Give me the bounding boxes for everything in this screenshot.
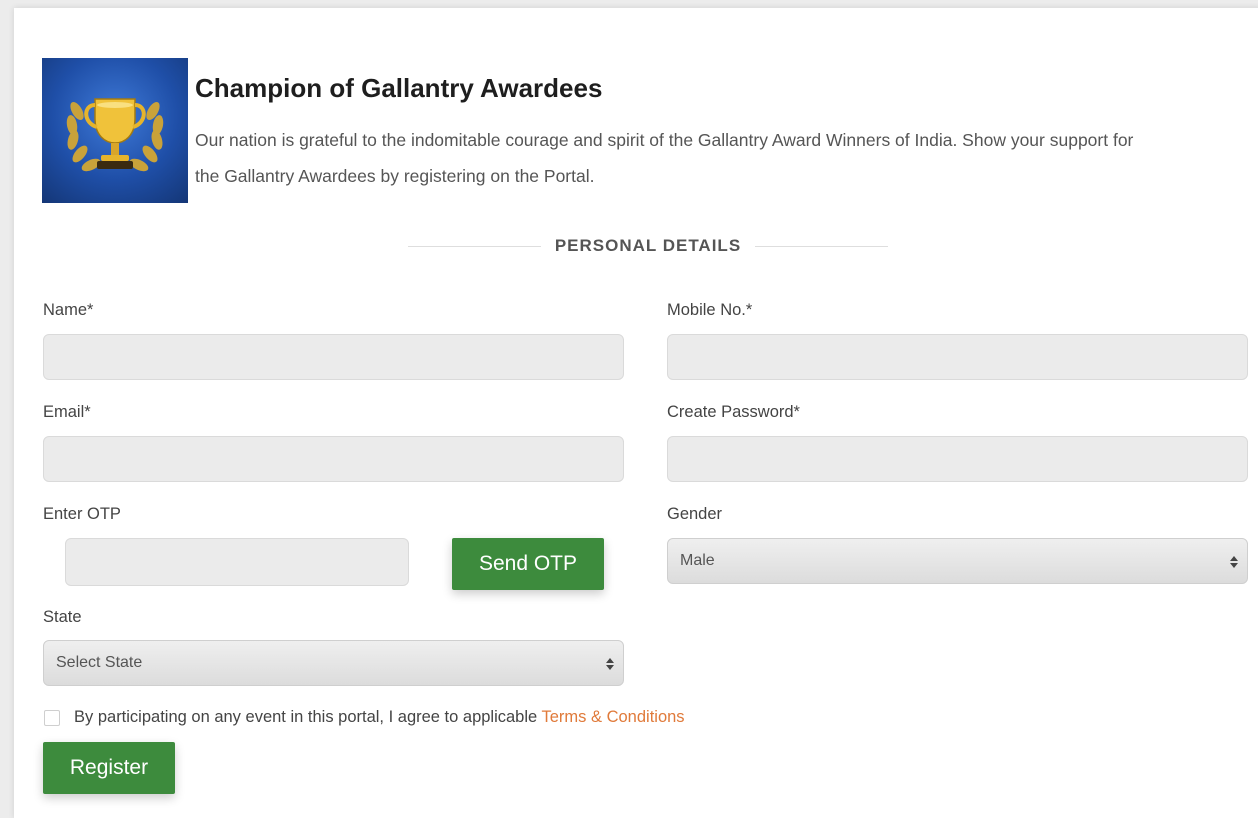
state-label: State: [43, 608, 82, 626]
gender-label: Gender: [667, 505, 723, 523]
register-button[interactable]: Register: [43, 742, 175, 794]
section-title: PERSONAL DETAILS: [554, 236, 742, 255]
terms-agreement-text: By participating on any event in this po…: [74, 708, 538, 726]
terms-link[interactable]: Terms & Conditions: [542, 708, 685, 726]
page-description: Our nation is grateful to the indomitabl…: [195, 130, 1134, 186]
registration-card: Champion of Gallantry Awardees Our natio…: [14, 8, 1258, 818]
gender-selected-value: Male: [680, 552, 715, 569]
trophy-laurel-icon-graphic: [66, 97, 164, 171]
select-arrows-icon: [1229, 553, 1239, 571]
email-label: Email*: [43, 403, 91, 421]
email-input[interactable]: [43, 436, 624, 482]
otp-label: Enter OTP: [43, 505, 121, 523]
mobile-label: Mobile No.*: [667, 301, 753, 319]
header: Champion of Gallantry Awardees Our natio…: [42, 58, 1258, 208]
gender-select[interactable]: Male: [667, 538, 1248, 584]
terms-agreement: By participating on any event in this po…: [74, 708, 685, 727]
name-label: Name*: [43, 301, 94, 319]
password-label: Create Password*: [667, 403, 800, 421]
mobile-input[interactable]: [667, 334, 1248, 380]
select-arrows-icon: [605, 655, 615, 673]
otp-input[interactable]: [65, 538, 409, 586]
divider-left: [408, 245, 541, 247]
terms-checkbox[interactable]: [44, 710, 60, 726]
state-selected-value: Select State: [56, 654, 143, 671]
page-title: Champion of Gallantry Awardees: [195, 73, 603, 103]
state-select[interactable]: Select State: [43, 640, 624, 686]
section-heading: PERSONAL DETAILS: [408, 236, 888, 256]
password-input[interactable]: [667, 436, 1248, 482]
divider-right: [755, 245, 888, 247]
trophy-laurel-icon: [42, 58, 188, 203]
name-input[interactable]: [43, 334, 624, 380]
send-otp-button[interactable]: Send OTP: [452, 538, 604, 590]
